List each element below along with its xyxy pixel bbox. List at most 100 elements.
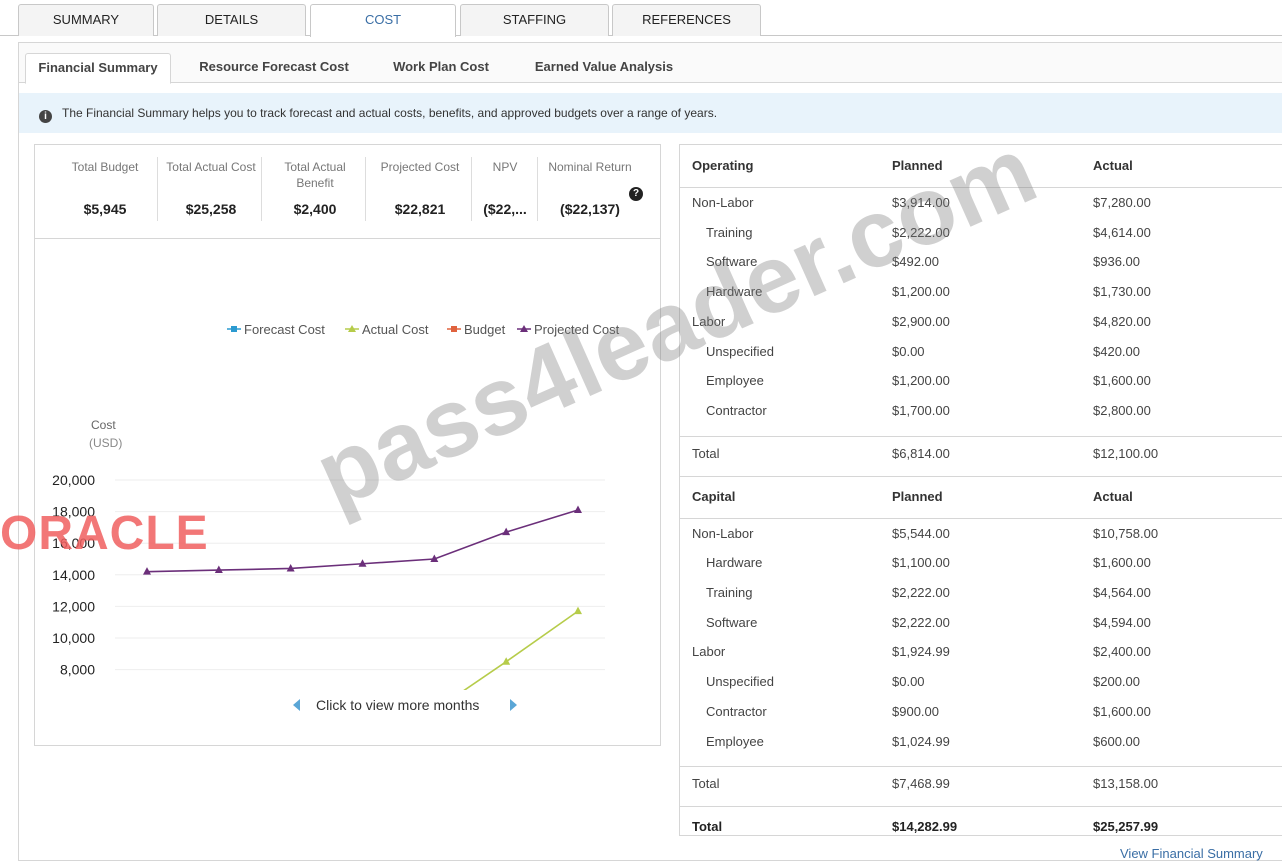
row-label: Capital: [692, 488, 736, 504]
y-tick-label: 8,000: [60, 662, 95, 678]
tab-staffing[interactable]: STAFFING: [460, 4, 609, 36]
table-row: Contractor $900.00 $1,600.00: [680, 704, 1282, 724]
kpi-divider: [261, 157, 262, 221]
table-divider: [680, 475, 1282, 477]
planned-value: $900.00: [892, 703, 939, 719]
legend-marker: [231, 326, 237, 332]
table-divider: [680, 435, 1282, 437]
data-point: [502, 657, 511, 665]
kpi-value: $25,258: [185, 201, 237, 217]
kpi-value: $22,821: [394, 201, 446, 217]
cost-panel: Financial Summary Resource Forecast Cost…: [18, 42, 1282, 861]
sub-tab-bar: Financial Summary Resource Forecast Cost…: [19, 43, 1282, 84]
planned-value: $1,100.00: [892, 555, 950, 571]
y-tick-label: 10,000: [52, 630, 95, 646]
table-row: Contractor $1,700.00 $2,800.00: [680, 403, 1282, 423]
table-row: Non-Labor $5,544.00 $10,758.00: [680, 526, 1282, 546]
prev-months-arrow-icon[interactable]: [293, 699, 300, 711]
table-row: Training $2,222.00 $4,564.00: [680, 585, 1282, 605]
next-months-arrow-icon[interactable]: [510, 699, 517, 711]
series-line: [463, 610, 579, 690]
actual-value: Actual: [1093, 158, 1133, 173]
help-icon[interactable]: ?: [629, 187, 643, 201]
legend-marker: [451, 326, 457, 332]
actual-value: $4,614.00: [1093, 224, 1151, 240]
planned-value: $2,900.00: [892, 313, 950, 329]
planned-value: $7,468.99: [892, 776, 950, 792]
kpi-row: Total Budget $5,945 Total Actual Cost $2…: [35, 145, 660, 239]
actual-value: $7,280.00: [1093, 195, 1151, 210]
legend-label: Actual Cost: [362, 322, 429, 337]
tab-summary[interactable]: SUMMARY: [18, 4, 154, 36]
row-label: Software: [706, 614, 758, 630]
oracle-watermark: ORACLE: [0, 507, 209, 560]
actual-value: $1,600.00: [1093, 555, 1151, 571]
row-label: Total: [692, 776, 720, 792]
kpi-total-actual-cost: Total Actual Cost $25,258: [159, 159, 263, 217]
tab-references[interactable]: REFERENCES: [612, 4, 761, 36]
data-point: [574, 606, 582, 615]
actual-value: $4,594.00: [1093, 614, 1151, 630]
grand-total-row: Total $14,282.99 $25,257.99: [680, 819, 1282, 839]
actual-value: $25,257.99: [1093, 819, 1159, 835]
subtab-financial-summary[interactable]: Financial Summary: [25, 53, 171, 84]
more-months-link[interactable]: Click to view more months: [316, 697, 479, 713]
subtab-earned-value-analysis[interactable]: Earned Value Analysis: [519, 53, 689, 83]
row-label: Unspecified: [706, 674, 774, 690]
actual-value: $200.00: [1093, 674, 1140, 690]
planned-value: $1,024.99: [892, 733, 950, 749]
subtab-work-plan-cost[interactable]: Work Plan Cost: [381, 53, 501, 83]
actual-value: $420.00: [1093, 343, 1140, 359]
actual-value: $4,564.00: [1093, 585, 1151, 600]
actual-value: $4,820.00: [1093, 313, 1151, 329]
table-row: Unspecified $0.00 $420.00: [680, 344, 1282, 364]
kpi-projected-cost: Projected Cost $22,821: [369, 159, 471, 217]
y-axis-unit: (USD): [89, 436, 122, 450]
actual-value: $936.00: [1093, 254, 1140, 270]
operating-total-row: Total $6,814.00 $12,100.00: [680, 446, 1282, 466]
planned-value: $1,200.00: [892, 284, 950, 300]
info-text: The Financial Summary helps you to track…: [62, 106, 718, 120]
subtab-resource-forecast-cost[interactable]: Resource Forecast Cost: [189, 53, 359, 83]
data-point: [574, 505, 582, 514]
row-label: Total: [692, 819, 723, 835]
row-label: Training: [706, 585, 753, 600]
table-divider: [680, 806, 1282, 808]
actual-value: $1,600.00: [1093, 373, 1151, 389]
top-tab-bar: SUMMARY DETAILS COST STAFFING REFERENCES: [0, 0, 1282, 37]
tab-cost[interactable]: COST: [310, 4, 456, 37]
kpi-divider: [471, 157, 472, 221]
table-divider: [680, 517, 1282, 519]
kpi-divider: [537, 157, 538, 221]
kpi-nominal-return: Nominal Return ($22,137): [539, 159, 641, 217]
table-row: Unspecified $0.00 $200.00: [680, 674, 1282, 694]
actual-value: $2,800.00: [1093, 402, 1151, 418]
row-label: Operating: [692, 158, 754, 173]
legend-label: Budget: [464, 322, 506, 337]
row-label: Total: [692, 445, 720, 461]
actual-value: $1,600.00: [1093, 703, 1151, 719]
row-label: Labor: [692, 644, 726, 660]
kpi-divider: [157, 157, 158, 221]
view-financial-summary-link[interactable]: View Financial Summary: [1120, 846, 1263, 861]
y-tick-label: 12,000: [52, 598, 95, 614]
planned-value: $14,282.99: [892, 819, 958, 835]
table-row: Employee $1,024.99 $600.00: [680, 734, 1282, 754]
kpi-divider: [365, 157, 366, 221]
kpi-value: $2,400: [293, 201, 337, 217]
actual-value: $12,100.00: [1093, 445, 1159, 461]
table-row: Labor $1,924.99 $2,400.00: [680, 644, 1282, 664]
capital-header-row: Capital Planned Actual: [680, 489, 1282, 509]
kpi-label: Total Actual Benefit: [284, 160, 346, 190]
kpi-label: NPV: [492, 160, 518, 174]
tab-details[interactable]: DETAILS: [157, 4, 306, 36]
planned-value: $0.00: [892, 674, 925, 690]
y-tick-label: 20,000: [52, 472, 95, 488]
table-divider: [680, 766, 1282, 768]
y-tick-label: 14,000: [52, 567, 95, 583]
kpi-value: ($22,...: [483, 201, 527, 217]
actual-value: $13,158.00: [1093, 776, 1159, 792]
planned-value: Planned: [892, 488, 943, 504]
planned-value: $2,222.00: [892, 585, 950, 600]
actual-value: $2,400.00: [1093, 644, 1151, 660]
